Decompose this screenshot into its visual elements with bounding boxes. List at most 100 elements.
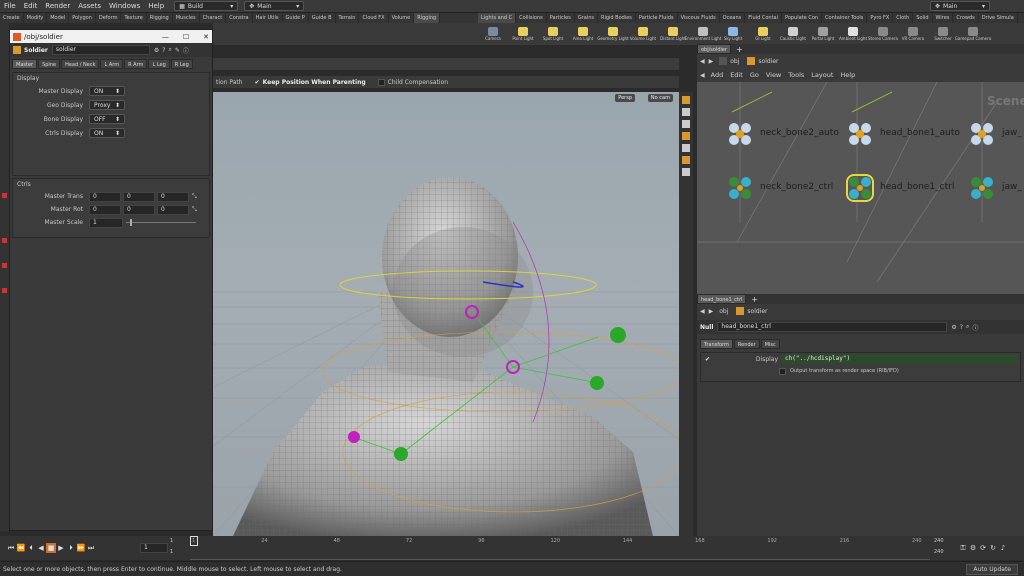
- shading-icon[interactable]: [682, 120, 690, 128]
- jump-start-icon[interactable]: ⏮: [6, 543, 16, 553]
- network-menu-item[interactable]: View: [766, 71, 781, 79]
- shelf-tool-button[interactable]: Spot Light: [538, 23, 568, 45]
- shelf-tab[interactable]: Rigid Bodies: [598, 13, 636, 23]
- shelf-tool-button[interactable]: Sky Light: [718, 23, 748, 45]
- shelf-tool-button[interactable]: Portal Light: [808, 23, 838, 45]
- main-right-dropdown[interactable]: ✥ Main ▾: [930, 1, 990, 11]
- lock-icon[interactable]: [682, 108, 690, 116]
- network-menu-item[interactable]: Layout: [811, 71, 833, 79]
- shelf-tab[interactable]: Container Tools: [822, 13, 868, 23]
- clavicle-ctrl-handle[interactable]: [590, 376, 604, 390]
- rig-tab[interactable]: Head / Neck: [61, 59, 100, 69]
- gear-icon[interactable]: ⚙: [154, 47, 159, 54]
- shelf-tab[interactable]: Fluid Contai: [745, 13, 783, 23]
- shelf-tab[interactable]: Particle Fluids: [636, 13, 678, 23]
- master-rot-y[interactable]: 0: [123, 204, 155, 215]
- node-name-field[interactable]: head_bone1_ctrl: [717, 322, 948, 332]
- shelf-tab[interactable]: Deform: [96, 13, 122, 23]
- info-icon[interactable]: ⓘ: [183, 46, 189, 55]
- shelf-tab[interactable]: Constra: [226, 13, 253, 23]
- node-neck-bone2-auto[interactable]: [728, 122, 752, 146]
- auto-update-button[interactable]: Auto Update: [966, 563, 1018, 575]
- add-tab-icon[interactable]: +: [751, 295, 758, 304]
- path-obj[interactable]: obj: [719, 308, 728, 315]
- network-editor[interactable]: obj/soldier + ◀ ▶ obj soldier ◀ Add Edit Go…: [697, 44, 1024, 294]
- output-transform-checkbox[interactable]: [779, 367, 786, 375]
- shelf-tab[interactable]: Solid: [913, 13, 933, 23]
- shelf-tab[interactable]: Create: [0, 13, 24, 23]
- shelf-tool-button[interactable]: Point Light: [508, 23, 538, 45]
- snap-icon[interactable]: [682, 132, 690, 140]
- range-end[interactable]: 240: [934, 538, 944, 544]
- forward-icon[interactable]: ▶: [709, 58, 714, 65]
- node-jaw-auto[interactable]: [970, 122, 994, 146]
- back-icon[interactable]: ◀: [700, 58, 705, 65]
- display-row-dropdown[interactable]: ON ⬍: [89, 86, 125, 96]
- tab-transform[interactable]: Transform: [700, 339, 733, 349]
- rig-tab[interactable]: L Leg: [148, 59, 170, 69]
- menu-render[interactable]: Render: [41, 0, 74, 13]
- master-trans-z[interactable]: 0: [157, 191, 189, 202]
- shelf-tab[interactable]: Viscous Fluids: [678, 13, 720, 23]
- shelf-tool-button[interactable]: Camera: [478, 23, 508, 45]
- tool-icon[interactable]: [2, 263, 7, 268]
- camera-icon[interactable]: [682, 144, 690, 152]
- arm-ctrl-handle[interactable]: [610, 327, 626, 343]
- handle-icon[interactable]: ⤡: [192, 206, 197, 214]
- step-back-icon[interactable]: ⏴: [26, 543, 36, 553]
- rig-tab[interactable]: Spine: [38, 59, 61, 69]
- back-icon[interactable]: ◀: [700, 72, 705, 79]
- node-head-bone1-auto[interactable]: [848, 122, 872, 146]
- shelf-tab[interactable]: Lights and C: [478, 13, 517, 23]
- help-icon[interactable]: ?: [162, 47, 165, 54]
- tool-icon[interactable]: [2, 288, 7, 293]
- shelf-tab[interactable]: Crowds: [953, 13, 979, 23]
- param-tab[interactable]: head_bone1_ctrl: [697, 294, 747, 304]
- network-menu-item[interactable]: Edit: [730, 71, 743, 79]
- shelf-tab[interactable]: Grains: [575, 13, 598, 23]
- node-name-field[interactable]: soldier: [51, 45, 150, 55]
- key-icon[interactable]: ⚿: [958, 543, 968, 553]
- display-row-dropdown[interactable]: Proxy ⬍: [89, 100, 125, 110]
- add-tab-icon[interactable]: +: [736, 45, 743, 54]
- next-key-icon[interactable]: ⏩: [76, 543, 86, 553]
- shelf-tab[interactable]: Modify: [24, 13, 48, 23]
- shelf-tab[interactable]: Particles: [547, 13, 575, 23]
- stop-icon[interactable]: ■: [46, 543, 56, 553]
- shelf-tool-button[interactable]: Gamepad Camera: [955, 23, 991, 45]
- step-forward-icon[interactable]: ⏵: [66, 543, 76, 553]
- network-menu-item[interactable]: Add: [711, 71, 724, 79]
- search-icon[interactable]: ⌕: [168, 46, 171, 54]
- shelf-tab[interactable]: Pyro FX: [867, 13, 894, 23]
- shelf-tab[interactable]: Cloth: [893, 13, 914, 23]
- master-trans-x[interactable]: 0: [89, 191, 121, 202]
- display-row-dropdown[interactable]: ON ⬍: [89, 128, 125, 138]
- current-frame-field[interactable]: 1: [140, 543, 168, 553]
- master-scale-slider[interactable]: [126, 219, 196, 226]
- shelf-tool-button[interactable]: Environment Light: [685, 23, 721, 45]
- child-compensation-checkbox[interactable]: [377, 78, 385, 86]
- tab-misc[interactable]: Misc: [760, 339, 780, 349]
- display-expression-field[interactable]: ch("../hcdisplay"): [782, 354, 1019, 364]
- settings-icon[interactable]: ⚙: [968, 543, 978, 553]
- shelf-tab[interactable]: Muscles: [173, 13, 200, 23]
- forward-icon[interactable]: ▶: [709, 308, 714, 315]
- desktop-dropdown[interactable]: ▦ Build ▾: [174, 1, 239, 11]
- shelf-tab[interactable]: Oceans: [720, 13, 746, 23]
- display-row-dropdown[interactable]: OFF ⬍: [89, 114, 125, 124]
- master-rot-x[interactable]: 0: [89, 204, 121, 215]
- menu-windows[interactable]: Windows: [105, 0, 144, 13]
- shelf-tool-button[interactable]: Geometry Light: [597, 23, 629, 45]
- rig-tab[interactable]: R Leg: [170, 59, 193, 69]
- shelf-tab[interactable]: Populate Con: [782, 13, 823, 23]
- network-menu-item[interactable]: Go: [750, 71, 759, 79]
- realtime-icon[interactable]: ⟳: [978, 543, 988, 553]
- shelf-tab[interactable]: Rigging: [414, 13, 441, 23]
- help-icon[interactable]: ?: [960, 324, 963, 331]
- range-start[interactable]: 1: [170, 538, 173, 544]
- timeline-ruler[interactable]: 1 24 48 72 96 120 144 168 192 216 240: [190, 536, 930, 560]
- menu-help[interactable]: Help: [144, 0, 168, 13]
- shelf-tab[interactable]: Charact: [200, 13, 227, 23]
- shelf-tool-button[interactable]: VR Camera: [898, 23, 928, 45]
- rig-tab[interactable]: Master: [12, 59, 38, 69]
